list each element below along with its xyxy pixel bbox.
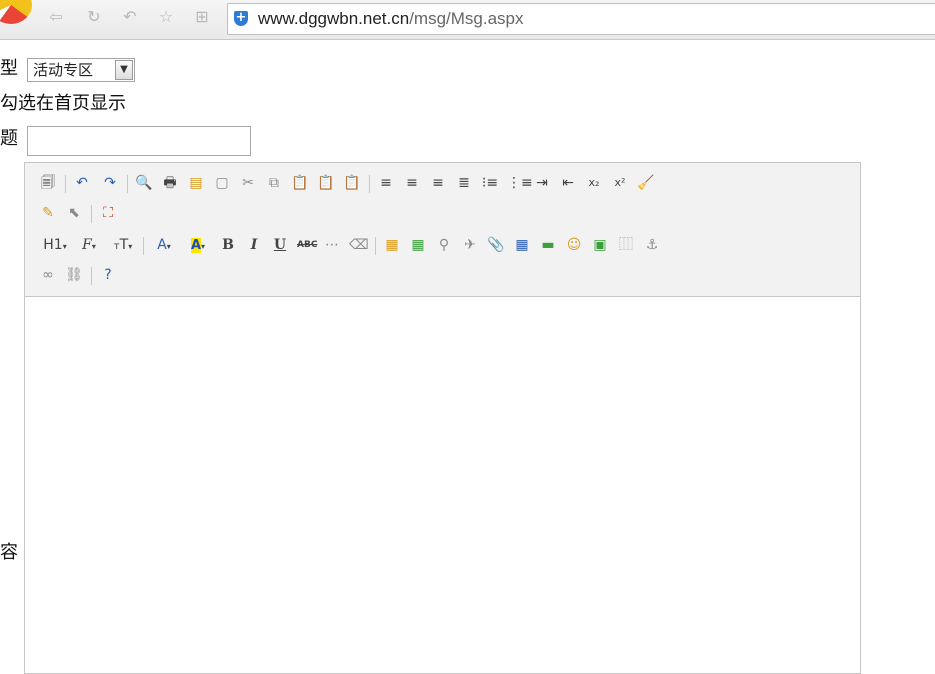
font-color-dropdown[interactable]: A▾: [151, 234, 177, 256]
undo-icon[interactable]: ↶: [73, 172, 91, 194]
title-label: 题: [0, 128, 18, 149]
fullscreen-icon[interactable]: ⛶: [99, 202, 117, 224]
flash-icon[interactable]: ✈: [461, 234, 479, 256]
align-right-icon[interactable]: ≡: [429, 172, 447, 194]
source-code-icon[interactable]: 🗐: [39, 172, 57, 194]
toolbar-separator: [65, 175, 66, 193]
highlight-dropdown[interactable]: A▾: [185, 234, 211, 256]
ordered-list-icon[interactable]: ⁝≡: [481, 172, 499, 194]
select-all-icon[interactable]: ⬉: [65, 202, 83, 224]
subscript-icon[interactable]: x₂: [585, 172, 603, 194]
toolbar-separator: [91, 267, 92, 285]
type-label: 型: [0, 58, 18, 79]
paste-text-icon[interactable]: 📋: [317, 172, 335, 194]
redo-icon[interactable]: ↷: [101, 172, 119, 194]
anchor-icon[interactable]: ⚓: [643, 234, 661, 256]
back-arrow-icon[interactable]: ⇦: [46, 7, 66, 27]
heading-dropdown[interactable]: H1▾: [39, 234, 71, 256]
horizontal-rule-icon[interactable]: ⋯: [323, 234, 341, 256]
page-break-icon[interactable]: ⿲: [617, 234, 635, 256]
template-icon[interactable]: ▤: [187, 172, 205, 194]
font-family-label: F: [82, 237, 92, 253]
highlight-label: A: [190, 238, 202, 253]
heading-label: H1: [43, 237, 63, 253]
chevron-down-icon: ▾: [91, 242, 96, 251]
title-input[interactable]: [27, 126, 251, 156]
type-select-value: 活动专区: [33, 61, 94, 79]
bold-button[interactable]: B: [219, 234, 237, 256]
address-bar[interactable]: + www.dggwbn.net.cn/msg/Msg.aspx: [227, 3, 935, 35]
table-icon[interactable]: ▦: [513, 234, 531, 256]
code-insert-icon[interactable]: ▢: [213, 172, 231, 194]
outdent-icon[interactable]: ⇤: [559, 172, 577, 194]
paste-icon[interactable]: 📋: [291, 172, 309, 194]
paste-word-icon[interactable]: 📋: [343, 172, 361, 194]
url-text: www.dggwbn.net.cn/msg/Msg.aspx: [258, 9, 524, 29]
type-select[interactable]: 活动专区 ▼: [27, 58, 135, 82]
format-painter-icon[interactable]: ✎: [39, 202, 57, 224]
font-family-dropdown[interactable]: F▾: [75, 234, 103, 256]
align-left-icon[interactable]: ≡: [377, 172, 395, 194]
superscript-icon[interactable]: x²: [611, 172, 629, 194]
insert-hr-icon[interactable]: ▬: [539, 234, 557, 256]
strikethrough-button[interactable]: ABC: [297, 234, 317, 256]
font-size-label: T: [119, 237, 129, 253]
eraser-icon[interactable]: ⌫: [349, 234, 369, 256]
align-center-icon[interactable]: ≡: [403, 172, 421, 194]
security-shield-icon: +: [234, 10, 248, 26]
indent-icon[interactable]: ⇥: [533, 172, 551, 194]
toolbar-separator: [91, 205, 92, 223]
editor-toolbar: 🗐 ↶ ↷ 🔍 🖶 ▤ ▢ ✂ ⧉ 📋 📋 📋 ≡ ≡ ≡ ≣ ⁝≡ ⋮≡ ⇥ …: [25, 163, 860, 297]
insert-row-after-icon[interactable]: ▦: [409, 234, 427, 256]
image-icon[interactable]: ▣: [591, 234, 609, 256]
homepage-display-label: 勾选在首页显示: [0, 93, 126, 114]
unlink-icon[interactable]: ⛓: [65, 264, 83, 286]
favorite-star-icon[interactable]: ☆: [156, 7, 176, 27]
toolbar-separator: [369, 175, 370, 193]
toolbar-separator: [375, 237, 376, 255]
italic-button[interactable]: I: [245, 234, 263, 256]
undo-history-icon[interactable]: ↶: [120, 7, 140, 27]
rich-text-editor: 🗐 ↶ ↷ 🔍 🖶 ▤ ▢ ✂ ⧉ 📋 📋 📋 ≡ ≡ ≡ ≣ ⁝≡ ⋮≡ ⇥ …: [24, 162, 861, 674]
chevron-down-icon: ▾: [166, 242, 171, 251]
editor-content-area[interactable]: [25, 297, 860, 673]
emoticon-icon[interactable]: ☺: [565, 234, 583, 256]
link-anchor-icon[interactable]: ⚲: [435, 234, 453, 256]
browser-logo-icon: [0, 0, 32, 24]
underline-button[interactable]: U: [271, 234, 289, 256]
copy-icon[interactable]: ⧉: [265, 172, 283, 194]
url-path: /msg/Msg.aspx: [409, 9, 524, 28]
clean-format-icon[interactable]: 🧹: [637, 172, 655, 194]
preview-icon[interactable]: 🔍: [135, 172, 153, 194]
insert-row-before-icon[interactable]: ▦: [383, 234, 401, 256]
chevron-down-icon: ▾: [201, 242, 206, 251]
link-icon[interactable]: ∞: [39, 264, 57, 286]
browser-toolbar: ⇦ ↻ ↶ ☆ ⊞ + www.dggwbn.net.cn/msg/Msg.as…: [0, 0, 935, 40]
toolbar-separator: [143, 237, 144, 255]
chevron-down-icon: ▾: [62, 242, 67, 251]
font-size-dropdown[interactable]: тT▾: [109, 234, 137, 256]
font-color-label: A: [157, 237, 167, 253]
content-label: 容: [0, 542, 18, 563]
print-icon[interactable]: 🖶: [161, 172, 179, 194]
grid-apps-icon[interactable]: ⊞: [192, 7, 212, 27]
unordered-list-icon[interactable]: ⋮≡: [507, 172, 533, 194]
cut-icon[interactable]: ✂: [239, 172, 257, 194]
toolbar-separator: [127, 175, 128, 193]
url-domain: www.dggwbn.net.cn: [258, 9, 410, 28]
chevron-down-icon: ▾: [128, 242, 133, 251]
refresh-icon[interactable]: ↻: [84, 7, 104, 27]
attachment-icon[interactable]: 📎: [487, 234, 505, 256]
help-icon[interactable]: ?: [99, 264, 117, 286]
chevron-down-icon[interactable]: ▼: [115, 60, 133, 80]
align-justify-icon[interactable]: ≣: [455, 172, 473, 194]
